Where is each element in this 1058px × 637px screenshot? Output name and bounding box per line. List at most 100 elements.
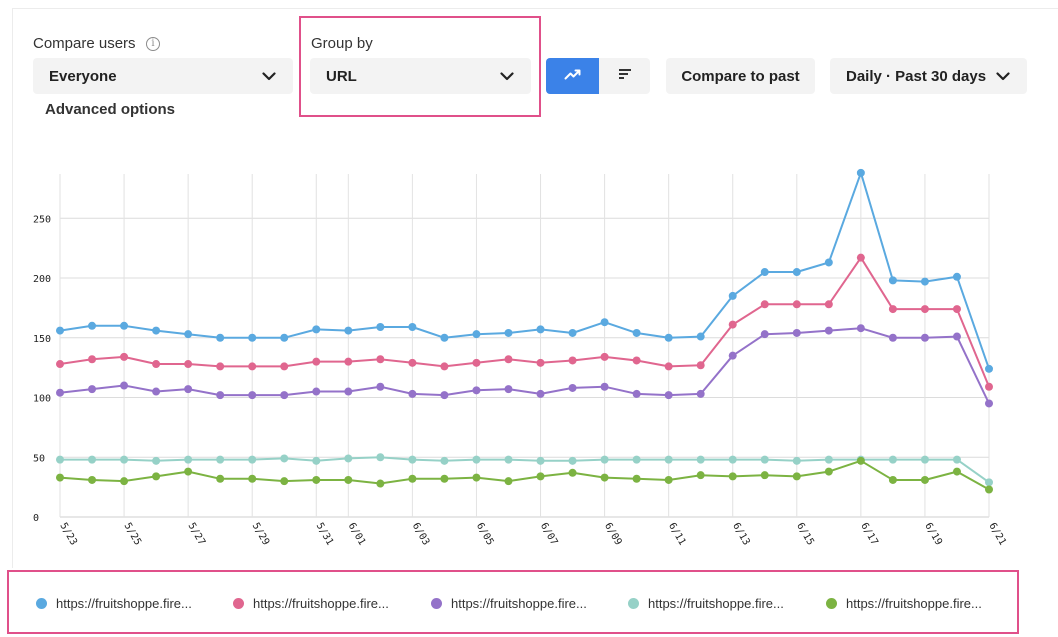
data-point[interactable] bbox=[504, 455, 513, 464]
data-point[interactable] bbox=[376, 355, 385, 364]
data-point[interactable] bbox=[248, 333, 257, 342]
data-point[interactable] bbox=[920, 277, 929, 286]
data-point[interactable] bbox=[248, 474, 257, 483]
data-point[interactable] bbox=[920, 333, 929, 342]
data-point[interactable] bbox=[600, 352, 609, 361]
data-point[interactable] bbox=[504, 355, 513, 364]
data-point[interactable] bbox=[985, 364, 993, 373]
data-point[interactable] bbox=[248, 362, 257, 371]
data-point[interactable] bbox=[408, 455, 417, 464]
data-point[interactable] bbox=[472, 358, 481, 367]
data-point[interactable] bbox=[152, 456, 161, 465]
data-point[interactable] bbox=[952, 272, 961, 281]
data-point[interactable] bbox=[216, 474, 225, 483]
data-point[interactable] bbox=[472, 386, 481, 395]
data-point[interactable] bbox=[248, 391, 257, 400]
data-point[interactable] bbox=[280, 477, 289, 486]
data-point[interactable] bbox=[760, 471, 769, 480]
data-point[interactable] bbox=[312, 387, 321, 396]
data-point[interactable] bbox=[280, 391, 289, 400]
data-point[interactable] bbox=[952, 305, 961, 314]
data-point[interactable] bbox=[888, 475, 897, 484]
data-point[interactable] bbox=[696, 389, 705, 398]
data-point[interactable] bbox=[120, 477, 129, 486]
data-point[interactable] bbox=[344, 357, 353, 366]
data-point[interactable] bbox=[88, 385, 97, 394]
data-point[interactable] bbox=[568, 356, 577, 365]
data-point[interactable] bbox=[152, 472, 161, 481]
data-point[interactable] bbox=[664, 391, 673, 400]
data-point[interactable] bbox=[632, 389, 641, 398]
data-point[interactable] bbox=[664, 333, 673, 342]
data-point[interactable] bbox=[184, 385, 193, 394]
data-point[interactable] bbox=[408, 322, 417, 331]
data-point[interactable] bbox=[88, 321, 97, 330]
data-point[interactable] bbox=[952, 467, 961, 476]
data-point[interactable] bbox=[952, 332, 961, 341]
legend-item[interactable]: https://fruitshoppe.fire... bbox=[431, 592, 587, 614]
data-point[interactable] bbox=[888, 305, 897, 314]
data-point[interactable] bbox=[216, 455, 225, 464]
data-point[interactable] bbox=[344, 475, 353, 484]
data-point[interactable] bbox=[312, 357, 321, 366]
data-point[interactable] bbox=[88, 475, 97, 484]
data-point[interactable] bbox=[952, 455, 961, 464]
data-point[interactable] bbox=[568, 383, 577, 392]
data-point[interactable] bbox=[184, 330, 193, 339]
data-point[interactable] bbox=[792, 456, 801, 465]
data-point[interactable] bbox=[696, 361, 705, 370]
data-point[interactable] bbox=[280, 454, 289, 463]
data-point[interactable] bbox=[728, 351, 737, 360]
data-point[interactable] bbox=[985, 478, 993, 487]
data-point[interactable] bbox=[408, 474, 417, 483]
data-point[interactable] bbox=[56, 388, 64, 397]
data-point[interactable] bbox=[376, 453, 385, 462]
data-point[interactable] bbox=[472, 473, 481, 482]
data-point[interactable] bbox=[568, 468, 577, 477]
data-point[interactable] bbox=[632, 356, 641, 365]
data-point[interactable] bbox=[824, 467, 833, 476]
data-point[interactable] bbox=[312, 325, 321, 334]
data-point[interactable] bbox=[88, 455, 97, 464]
data-point[interactable] bbox=[728, 320, 737, 329]
data-point[interactable] bbox=[312, 456, 321, 465]
data-point[interactable] bbox=[600, 318, 609, 327]
data-point[interactable] bbox=[696, 471, 705, 480]
data-point[interactable] bbox=[184, 467, 193, 476]
data-point[interactable] bbox=[856, 253, 865, 262]
data-point[interactable] bbox=[440, 391, 449, 400]
data-point[interactable] bbox=[632, 455, 641, 464]
data-point[interactable] bbox=[985, 399, 993, 408]
data-point[interactable] bbox=[632, 474, 641, 483]
data-point[interactable] bbox=[504, 385, 513, 394]
data-point[interactable] bbox=[792, 328, 801, 337]
data-point[interactable] bbox=[152, 387, 161, 396]
data-point[interactable] bbox=[376, 322, 385, 331]
data-point[interactable] bbox=[120, 455, 129, 464]
data-point[interactable] bbox=[792, 268, 801, 277]
data-point[interactable] bbox=[280, 362, 289, 371]
data-point[interactable] bbox=[216, 391, 225, 400]
data-point[interactable] bbox=[760, 330, 769, 339]
data-point[interactable] bbox=[88, 355, 97, 364]
data-point[interactable] bbox=[312, 475, 321, 484]
data-point[interactable] bbox=[536, 358, 545, 367]
data-point[interactable] bbox=[888, 276, 897, 285]
data-point[interactable] bbox=[888, 455, 897, 464]
data-point[interactable] bbox=[216, 333, 225, 342]
data-point[interactable] bbox=[56, 326, 64, 335]
data-point[interactable] bbox=[600, 455, 609, 464]
data-point[interactable] bbox=[536, 456, 545, 465]
data-point[interactable] bbox=[504, 477, 513, 486]
data-point[interactable] bbox=[568, 456, 577, 465]
data-point[interactable] bbox=[664, 362, 673, 371]
data-point[interactable] bbox=[696, 455, 705, 464]
data-point[interactable] bbox=[760, 455, 769, 464]
data-point[interactable] bbox=[376, 479, 385, 488]
data-point[interactable] bbox=[408, 358, 417, 367]
legend-item[interactable]: https://fruitshoppe.fire... bbox=[628, 592, 784, 614]
data-point[interactable] bbox=[792, 472, 801, 481]
data-point[interactable] bbox=[792, 300, 801, 309]
data-point[interactable] bbox=[856, 324, 865, 333]
data-point[interactable] bbox=[344, 387, 353, 396]
